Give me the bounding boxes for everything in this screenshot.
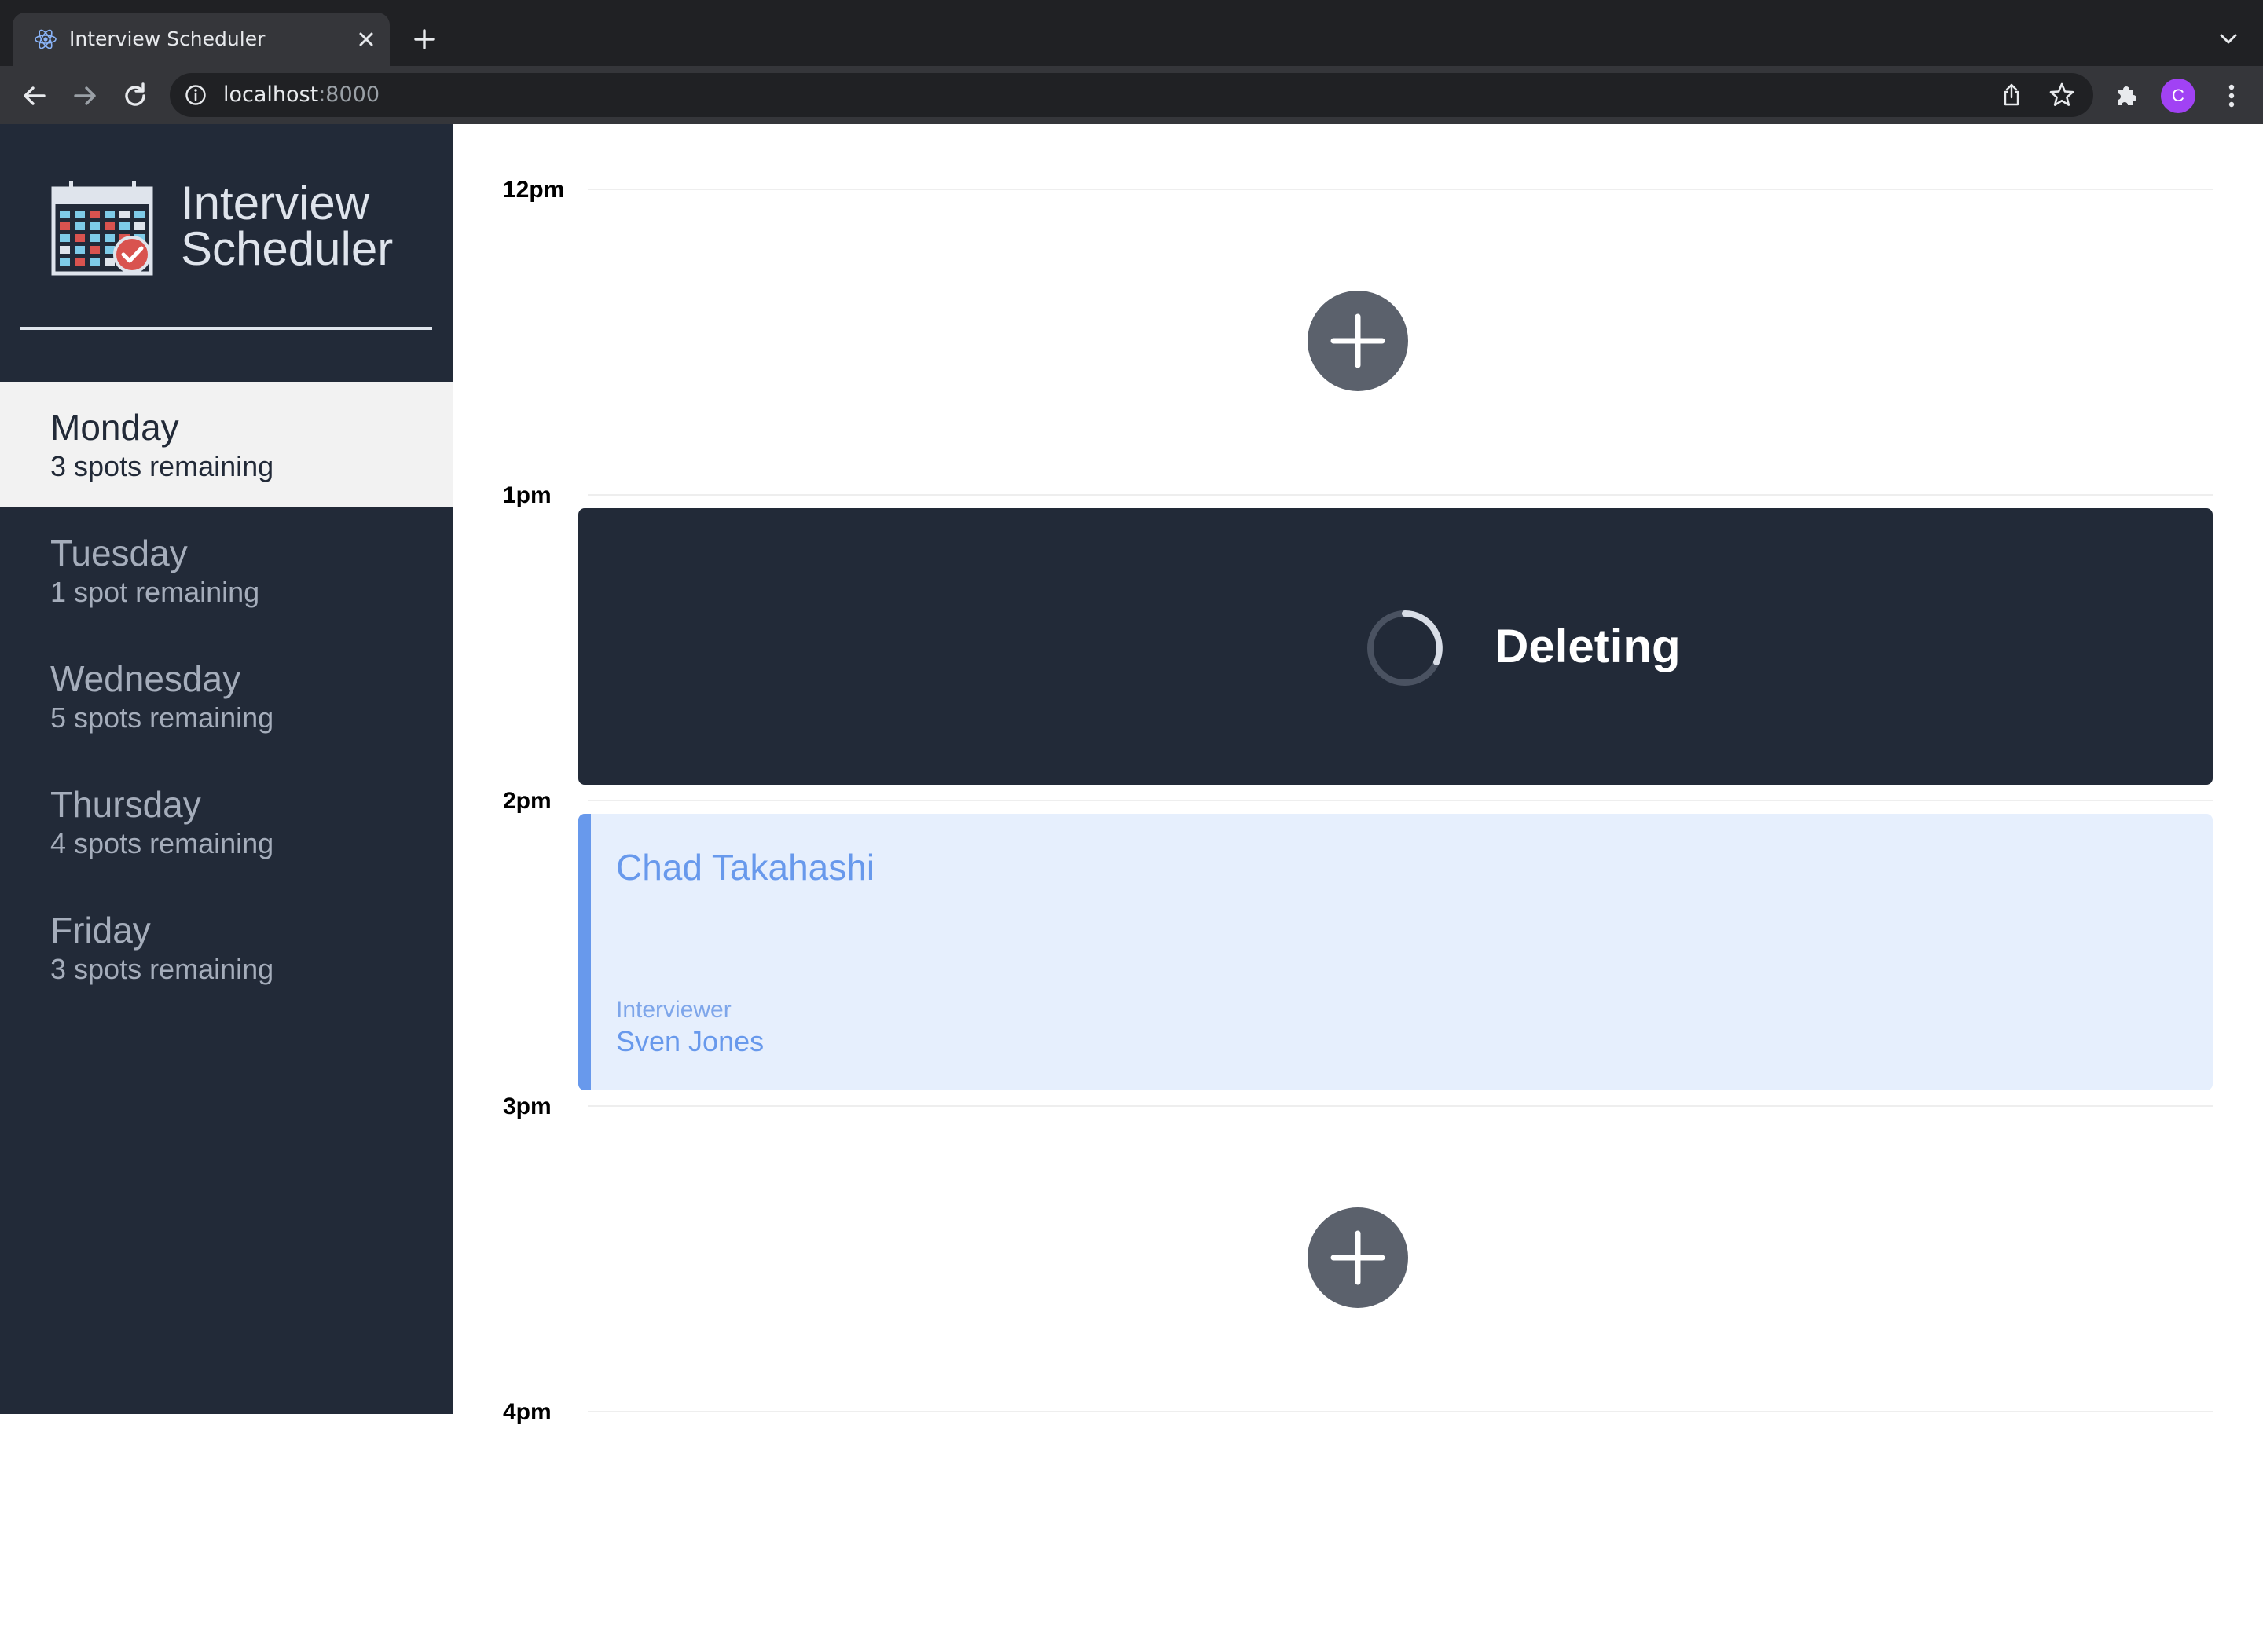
brand-line-2: Scheduler bbox=[181, 222, 394, 275]
day-spots: 5 spots remaining bbox=[50, 701, 274, 734]
day-list-item-wednesday[interactable]: Wednesday 5 spots remaining bbox=[0, 633, 453, 759]
brand-line-1: Interview bbox=[181, 177, 370, 229]
calendar-logo-icon bbox=[51, 181, 153, 276]
spinner-icon bbox=[1367, 610, 1443, 686]
interviewer-label: Interviewer bbox=[616, 997, 732, 1023]
kebab-menu-icon[interactable] bbox=[2216, 80, 2247, 112]
share-icon[interactable] bbox=[1999, 82, 2024, 108]
reload-icon[interactable] bbox=[119, 80, 151, 112]
appointment-time: 12pm bbox=[503, 177, 565, 203]
appointment-time: 4pm bbox=[503, 1399, 552, 1425]
day-name: Tuesday bbox=[50, 533, 188, 573]
appointment-slot: 3pm bbox=[453, 1041, 2263, 1346]
time-separator bbox=[588, 800, 2213, 801]
tab-strip: Interview Scheduler bbox=[0, 0, 2263, 66]
plus-icon bbox=[1330, 1230, 1385, 1285]
address-bar[interactable]: localhost:8000 bbox=[170, 73, 2093, 117]
appointment-slot: 4pm bbox=[453, 1346, 2263, 1652]
day-list-item-tuesday[interactable]: Tuesday 1 spot remaining bbox=[0, 507, 453, 633]
browser-chrome: Interview Scheduler localhost:8000 C bbox=[0, 0, 2263, 124]
sidebar: Interview Scheduler Monday 3 spots remai… bbox=[0, 124, 453, 1414]
time-separator bbox=[588, 189, 2213, 190]
student-name: Chad Takahashi bbox=[616, 847, 875, 888]
time-separator bbox=[588, 1411, 2213, 1412]
day-name: Monday bbox=[50, 407, 179, 448]
day-spots: 1 spot remaining bbox=[50, 576, 260, 608]
forward-arrow-icon[interactable] bbox=[69, 80, 101, 112]
react-favicon-icon bbox=[35, 29, 57, 49]
app: Interview Scheduler Monday 3 spots remai… bbox=[0, 124, 2263, 1425]
time-separator bbox=[588, 494, 2213, 496]
day-name: Thursday bbox=[50, 784, 201, 825]
schedule: 12pm 1pm Deleting 2pm Chad Takahashi Int… bbox=[453, 124, 2263, 1425]
url-host: localhost bbox=[223, 82, 319, 107]
star-icon[interactable] bbox=[2048, 81, 2076, 109]
appointment-time: 1pm bbox=[503, 482, 552, 508]
day-spots: 3 spots remaining bbox=[50, 953, 274, 985]
appointment-time: 3pm bbox=[503, 1093, 552, 1119]
appointment-slot: 2pm Chad Takahashi Interviewer Sven Jone… bbox=[453, 735, 2263, 1090]
close-icon[interactable] bbox=[352, 25, 380, 53]
back-arrow-icon[interactable] bbox=[19, 80, 50, 112]
day-list-item-thursday[interactable]: Thursday 4 spots remaining bbox=[0, 759, 453, 885]
avatar[interactable]: C bbox=[2161, 79, 2195, 113]
url-port: :8000 bbox=[318, 82, 380, 107]
browser-tab[interactable]: Interview Scheduler bbox=[13, 13, 390, 66]
add-appointment-button[interactable] bbox=[1308, 291, 1408, 391]
status-message: Deleting bbox=[1495, 620, 1681, 672]
browser-toolbar: localhost:8000 C bbox=[0, 66, 2263, 124]
tab-title: Interview Scheduler bbox=[69, 27, 266, 50]
chevron-down-icon[interactable] bbox=[2216, 28, 2241, 50]
info-icon[interactable] bbox=[184, 83, 207, 107]
appointment-slot: 12pm bbox=[453, 124, 2263, 430]
appointment-slot: 1pm Deleting bbox=[453, 430, 2263, 785]
plus-icon[interactable] bbox=[409, 24, 440, 55]
day-list-item-monday[interactable]: Monday 3 spots remaining bbox=[0, 382, 453, 507]
url-text: localhost:8000 bbox=[223, 82, 380, 108]
day-name: Friday bbox=[50, 910, 151, 951]
sidebar-divider bbox=[20, 327, 432, 330]
day-spots: 3 spots remaining bbox=[50, 450, 274, 482]
appointment-time: 2pm bbox=[503, 788, 552, 814]
day-name: Wednesday bbox=[50, 658, 241, 699]
plus-icon bbox=[1330, 313, 1385, 368]
add-appointment-button[interactable] bbox=[1308, 1207, 1408, 1308]
puzzle-icon[interactable] bbox=[2112, 80, 2142, 110]
day-spots: 4 spots remaining bbox=[50, 827, 274, 859]
day-list-item-friday[interactable]: Friday 3 spots remaining bbox=[0, 885, 453, 1010]
time-separator bbox=[588, 1105, 2213, 1107]
brand-title: Interview Scheduler bbox=[181, 177, 394, 275]
